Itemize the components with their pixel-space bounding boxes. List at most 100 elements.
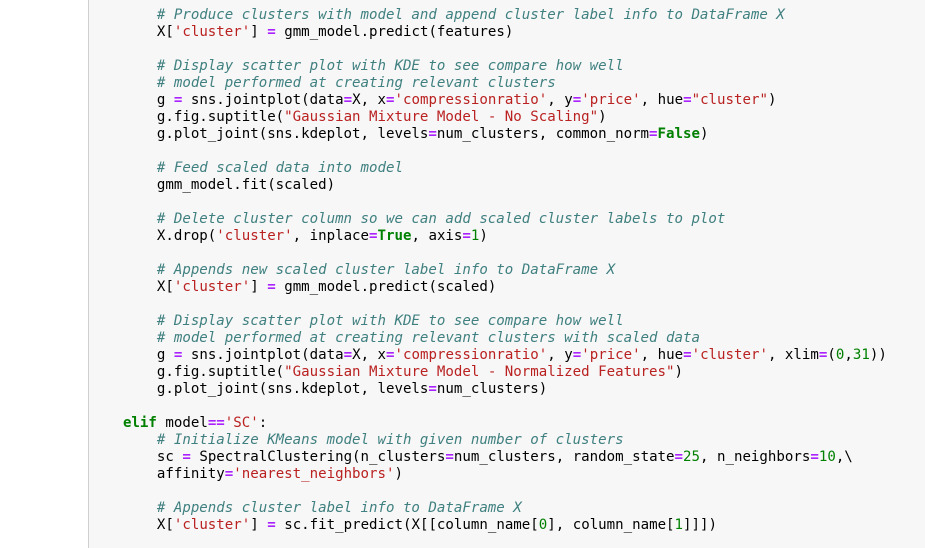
comment-token: # Initialize KMeans model with given num… <box>89 432 624 448</box>
code-token: ]]]) <box>683 517 717 533</box>
string-token: 'compressionratio' <box>394 347 548 363</box>
code-token: , y <box>547 92 573 108</box>
operator-token: = <box>182 449 191 465</box>
comment-token: # Appends cluster label info to DataFram… <box>89 500 522 516</box>
code-line: g.fig.suptitle("Gaussian Mixture Model -… <box>89 109 925 126</box>
operator-token: = <box>267 279 276 295</box>
code-token: gmm_model.fit(scaled) <box>89 177 336 193</box>
notebook-gutter <box>0 0 88 548</box>
code-token: g <box>89 347 174 363</box>
code-token: ) <box>598 109 607 125</box>
code-token: ) <box>674 364 684 380</box>
string-token: "Gaussian Mixture Model - No Scaling" <box>284 109 599 125</box>
number-token: 25 <box>683 449 701 465</box>
code-token: , <box>844 347 853 363</box>
string-token: 'cluster' <box>173 517 251 533</box>
comment-token: # Delete cluster column so we can add sc… <box>89 211 726 227</box>
comment-token: # Produce clusters with model and append… <box>89 7 785 23</box>
operator-token: = <box>267 517 276 533</box>
code-line: gmm_model.fit(scaled) <box>89 177 925 194</box>
code-line: # Display scatter plot with KDE to see c… <box>89 58 925 75</box>
code-line: # Delete cluster column so we can add sc… <box>89 211 925 228</box>
code-token: ] <box>250 517 268 533</box>
string-token: 'price' <box>581 92 641 108</box>
code-token: , inplace <box>292 228 370 244</box>
code-token: , hue <box>640 347 684 363</box>
code-token: sc.fit_predict(X[[column_name[ <box>275 517 539 533</box>
operator-token: = <box>224 466 234 482</box>
operator-token: = <box>369 228 378 244</box>
code-token: sc <box>89 449 183 465</box>
comment-token: # Display scatter plot with KDE to see c… <box>89 313 624 329</box>
code-token: num_clusters, random_state <box>453 449 675 465</box>
code-line: g.fig.suptitle("Gaussian Mixture Model -… <box>89 364 925 381</box>
code-token: , hue <box>640 92 684 108</box>
operator-token: = <box>462 228 471 244</box>
comment-token: # Appends new scaled cluster label info … <box>89 262 616 278</box>
code-line: elif model=='SC': <box>89 415 925 432</box>
code-token: ) <box>767 92 777 108</box>
code-line: affinity='nearest_neighbors') <box>89 466 925 483</box>
code-token: , y <box>547 347 573 363</box>
code-token: ] <box>250 24 268 40</box>
operator-token: = <box>428 381 437 397</box>
operator-token: = <box>572 92 582 108</box>
code-token: num_clusters) <box>436 381 548 397</box>
code-token: : <box>258 415 268 431</box>
comment-token: # model performed at creating relevant c… <box>89 330 700 346</box>
code-token: gmm_model.predict(scaled) <box>275 279 497 295</box>
operator-token: = <box>445 449 454 465</box>
operator-token: = <box>649 126 658 142</box>
code-token: X[ <box>89 279 174 295</box>
string-token: 'price' <box>581 347 641 363</box>
operator-token: = <box>386 92 395 108</box>
comment-token: # Display scatter plot with KDE to see c… <box>89 58 624 74</box>
code-token: affinity <box>89 466 225 482</box>
code-token: sns.jointplot(data <box>182 347 344 363</box>
code-token: , axis <box>411 228 463 244</box>
code-token: SpectralClustering(n_clusters <box>190 449 446 465</box>
operator-token: = <box>428 126 437 142</box>
code-token: X, x <box>352 347 387 363</box>
code-editor[interactable]: # Produce clusters with model and append… <box>89 7 925 534</box>
code-line: # Produce clusters with model and append… <box>89 7 925 24</box>
string-token: 'compressionratio' <box>394 92 548 108</box>
code-token: num_clusters, common_norm <box>436 126 650 142</box>
code-token: ] <box>250 279 268 295</box>
code-line: # Feed scaled data into model <box>89 160 925 177</box>
operator-token: = <box>386 347 395 363</box>
code-token: , xlim <box>767 347 819 363</box>
number-token: 10 <box>818 449 836 465</box>
code-token: , n_neighbors <box>700 449 811 465</box>
number-token: 0 <box>538 517 548 533</box>
code-line: X['cluster'] = gmm_model.predict(feature… <box>89 24 925 41</box>
code-line: # model performed at creating relevant c… <box>89 75 925 92</box>
operator-token: = <box>674 449 684 465</box>
code-line: g = sns.jointplot(data=X, x='compression… <box>89 347 925 364</box>
string-token: 'cluster' <box>173 24 251 40</box>
code-token: g.fig.suptitle( <box>89 109 285 125</box>
code-token: X[ <box>89 517 174 533</box>
code-token: model <box>156 415 208 431</box>
string-token: "Gaussian Mixture Model - Normalized Fea… <box>284 364 675 380</box>
comment-token: # model performed at creating relevant c… <box>89 75 556 91</box>
string-token: 'nearest_neighbors' <box>233 466 395 482</box>
keyword-token: True <box>377 228 412 244</box>
code-token: ], column_name[ <box>547 517 675 533</box>
code-token: ( <box>827 347 836 363</box>
operator-token: = <box>343 92 353 108</box>
code-token: sns.jointplot(data <box>182 92 344 108</box>
code-cell[interactable]: # Produce clusters with model and append… <box>88 0 925 548</box>
code-line: X['cluster'] = gmm_model.predict(scaled) <box>89 279 925 296</box>
string-token: 'cluster' <box>173 279 251 295</box>
code-line: # Appends new scaled cluster label info … <box>89 262 925 279</box>
code-token: g.plot_joint(sns.kdeplot, levels <box>89 126 429 142</box>
operator-token: = <box>683 92 692 108</box>
string-token: 'SC' <box>224 415 259 431</box>
